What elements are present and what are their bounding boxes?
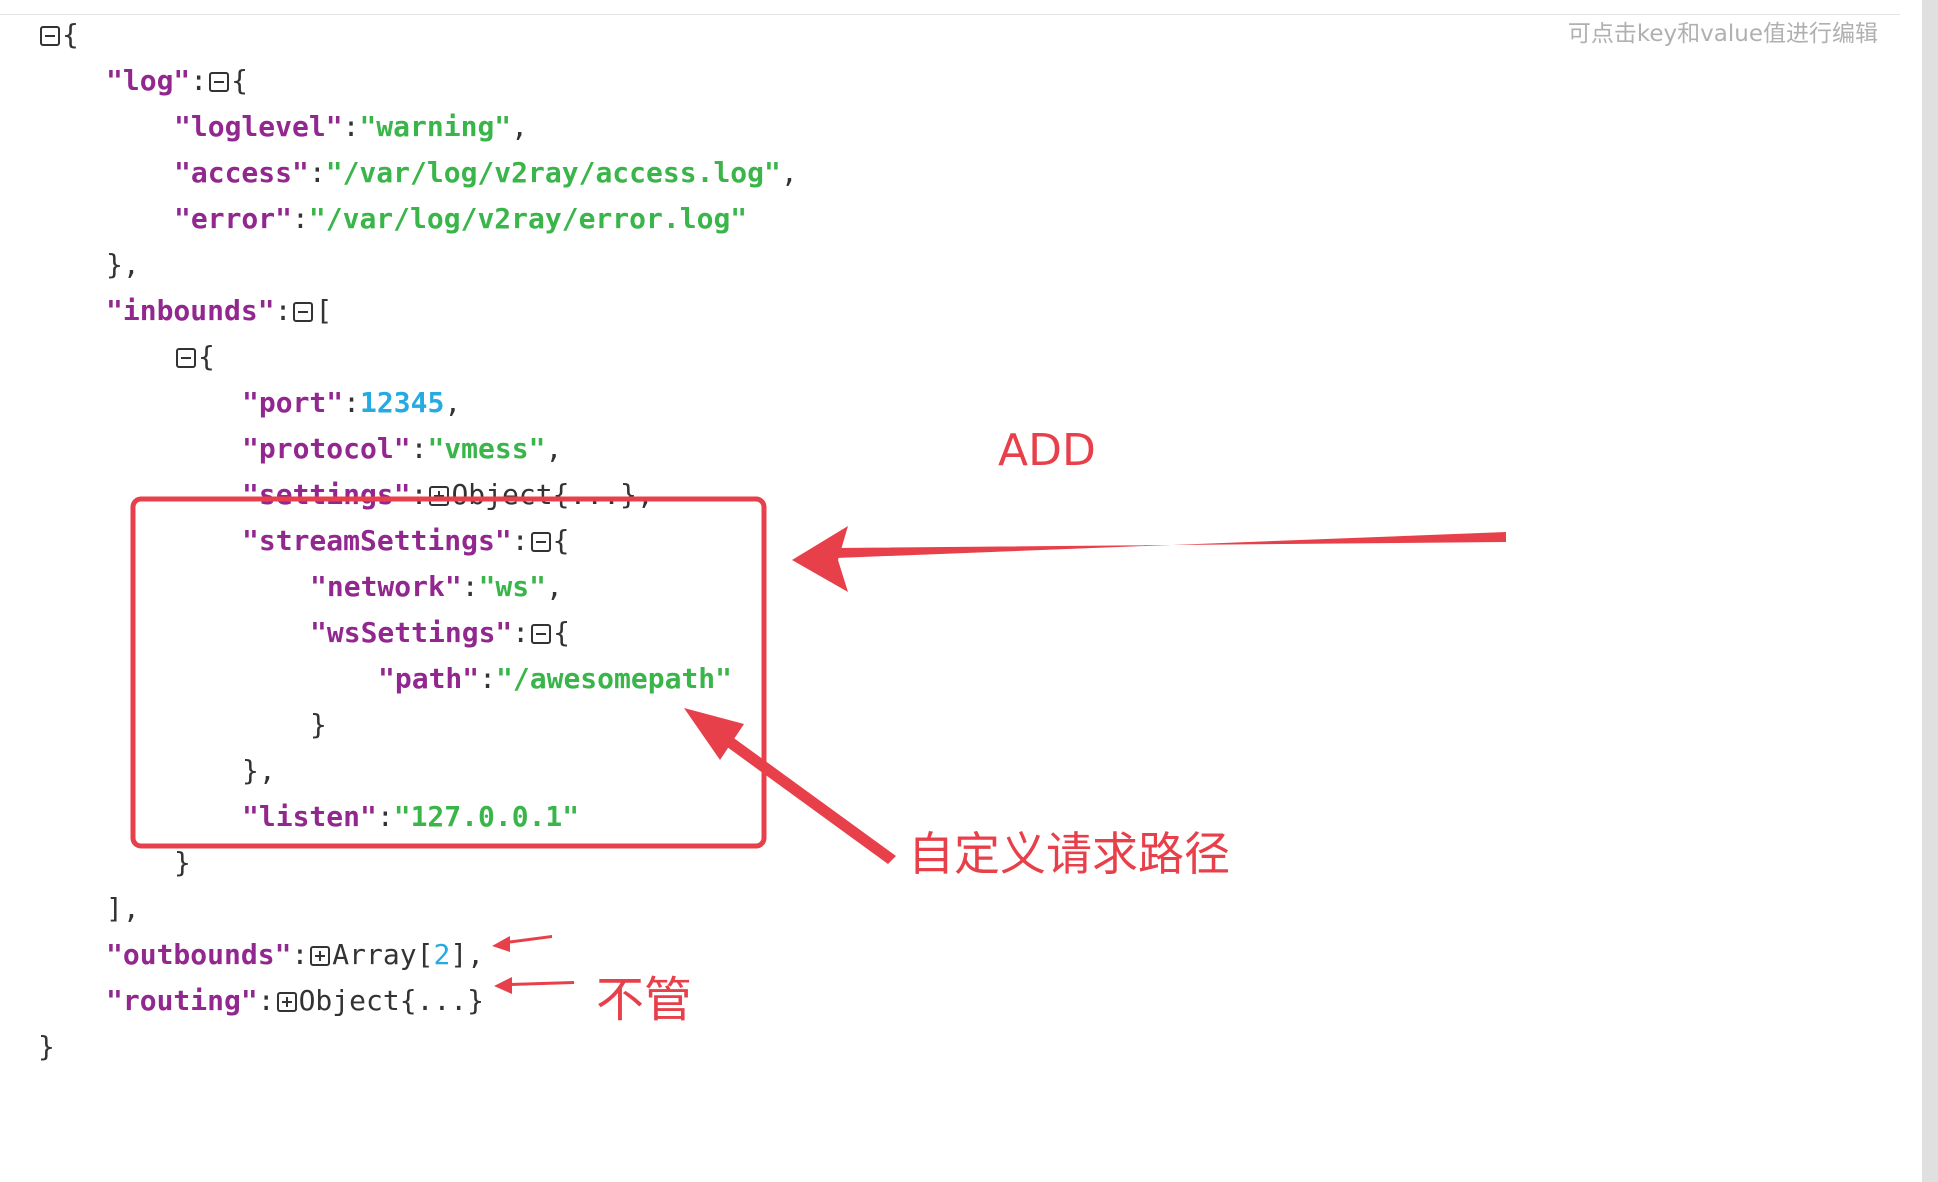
json-key[interactable]: "streamSettings" [242, 524, 512, 557]
json-line: "loglevel":"warning", [174, 110, 529, 143]
json-viewer: { "log":{ "loglevel":"warning", "access"… [38, 12, 798, 1070]
json-line: } [310, 708, 327, 741]
json-key[interactable]: "access" [174, 156, 309, 189]
json-key[interactable]: "protocol" [242, 432, 411, 465]
expand-icon[interactable] [310, 946, 331, 966]
json-line: "error":"/var/log/v2ray/error.log" [174, 202, 748, 235]
json-value[interactable]: 12345 [360, 386, 444, 419]
json-value[interactable]: "127.0.0.1" [394, 800, 579, 833]
json-line: } [38, 1030, 55, 1063]
json-value[interactable]: "/awesomepath" [496, 662, 732, 695]
json-key[interactable]: "routing" [106, 984, 258, 1017]
annotation-custom-path: 自定义请求路径 [908, 827, 1230, 881]
collapse-icon[interactable] [531, 624, 552, 644]
json-line: { [38, 12, 798, 58]
json-line: { [38, 334, 798, 380]
json-value[interactable]: "/var/log/v2ray/error.log" [309, 202, 747, 235]
annotation-ignore: 不管 [596, 972, 693, 1028]
json-key[interactable]: "log" [106, 64, 190, 97]
annotation-add: ADD [998, 425, 1096, 476]
collapsed-summary[interactable]: Object{...} [299, 984, 484, 1017]
collapse-icon[interactable] [293, 302, 314, 322]
json-key[interactable]: "port" [242, 386, 343, 419]
json-value[interactable]: "warning" [359, 110, 511, 143]
json-line: ], [106, 892, 140, 925]
json-key[interactable]: "network" [310, 570, 462, 603]
edit-hint: 可点击key和value值进行编辑 [1567, 21, 1878, 47]
json-line: "port":12345, [242, 386, 462, 419]
json-key[interactable]: "listen" [242, 800, 377, 833]
json-line: "settings": Object{...}, [242, 478, 654, 511]
json-line: }, [106, 248, 140, 281]
json-key[interactable]: "outbounds" [106, 938, 291, 971]
collapsed-summary[interactable]: Array[2] [332, 938, 467, 971]
json-key[interactable]: "path" [378, 662, 479, 695]
json-value[interactable]: "vmess" [427, 432, 545, 465]
json-key[interactable]: "loglevel" [174, 110, 343, 143]
json-line: "inbounds":[ [106, 294, 333, 327]
collapse-icon[interactable] [176, 348, 196, 368]
collapsed-summary[interactable]: Object{...} [451, 478, 636, 511]
json-line: "protocol":"vmess", [242, 432, 563, 465]
json-line: "path":"/awesomepath" [378, 662, 733, 695]
json-line: "wsSettings":{ [310, 616, 571, 649]
json-value[interactable]: "ws" [479, 570, 546, 603]
collapse-icon[interactable] [209, 72, 230, 92]
json-value[interactable]: "/var/log/v2ray/access.log" [326, 156, 781, 189]
json-line: "network":"ws", [310, 570, 563, 603]
json-line: } [174, 846, 191, 879]
json-key[interactable]: "inbounds" [106, 294, 275, 327]
add-arrow [792, 526, 1506, 592]
expand-icon[interactable] [429, 486, 450, 506]
scrollbar-track[interactable] [1922, 0, 1938, 1182]
json-line: }, [242, 754, 276, 787]
json-key[interactable]: "settings" [242, 478, 411, 511]
json-key[interactable]: "error" [174, 202, 292, 235]
expand-icon[interactable] [276, 992, 297, 1012]
collapse-icon[interactable] [40, 26, 60, 46]
json-line: "access":"/var/log/v2ray/access.log", [174, 156, 798, 189]
json-line: "streamSettings":{ [242, 524, 570, 557]
json-line: "log":{ [106, 64, 249, 97]
collapse-icon[interactable] [530, 532, 551, 552]
json-line: "listen":"127.0.0.1" [242, 800, 580, 833]
json-key[interactable]: "wsSettings" [310, 616, 512, 649]
